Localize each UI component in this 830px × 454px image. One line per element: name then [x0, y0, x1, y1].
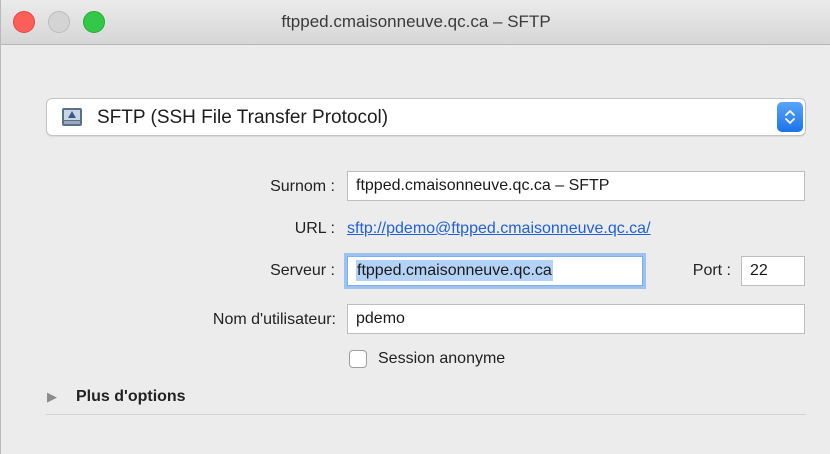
divider — [46, 414, 806, 415]
anonymous-checkbox[interactable] — [349, 350, 367, 368]
disclosure-triangle-icon[interactable]: ▶ — [47, 389, 57, 405]
url-link[interactable]: sftp://pdemo@ftpped.cmaisonneuve.qc.ca/ — [347, 220, 651, 238]
anonymous-label[interactable]: Session anonyme — [378, 350, 505, 368]
title-bar[interactable]: ftpped.cmaisonneuve.qc.ca – SFTP — [1, 0, 830, 45]
protocol-select[interactable]: SFTP (SSH File Transfer Protocol) — [46, 98, 806, 136]
drive-icon — [61, 107, 83, 127]
more-options-toggle[interactable]: Plus d'options — [76, 388, 186, 406]
port-label: Port : — [692, 262, 731, 279]
nickname-label: Surnom : — [270, 178, 335, 195]
server-value: ftpped.cmaisonneuve.qc.ca — [356, 260, 553, 281]
nickname-field[interactable]: ftpped.cmaisonneuve.qc.ca – SFTP — [347, 171, 805, 201]
bookmark-window: ftpped.cmaisonneuve.qc.ca – SFTP SFTP (S… — [0, 0, 830, 454]
username-field[interactable]: pdemo — [347, 304, 805, 334]
url-label: URL : — [294, 220, 335, 237]
server-field[interactable]: ftpped.cmaisonneuve.qc.ca — [347, 256, 643, 286]
server-label: Serveur : — [270, 262, 335, 279]
port-field[interactable]: 22 — [741, 256, 805, 286]
protocol-label: SFTP (SSH File Transfer Protocol) — [97, 107, 389, 128]
window-title: ftpped.cmaisonneuve.qc.ca – SFTP — [281, 12, 551, 31]
username-label: Nom d'utilisateur: — [212, 311, 336, 328]
chevron-updown-icon — [777, 102, 803, 132]
